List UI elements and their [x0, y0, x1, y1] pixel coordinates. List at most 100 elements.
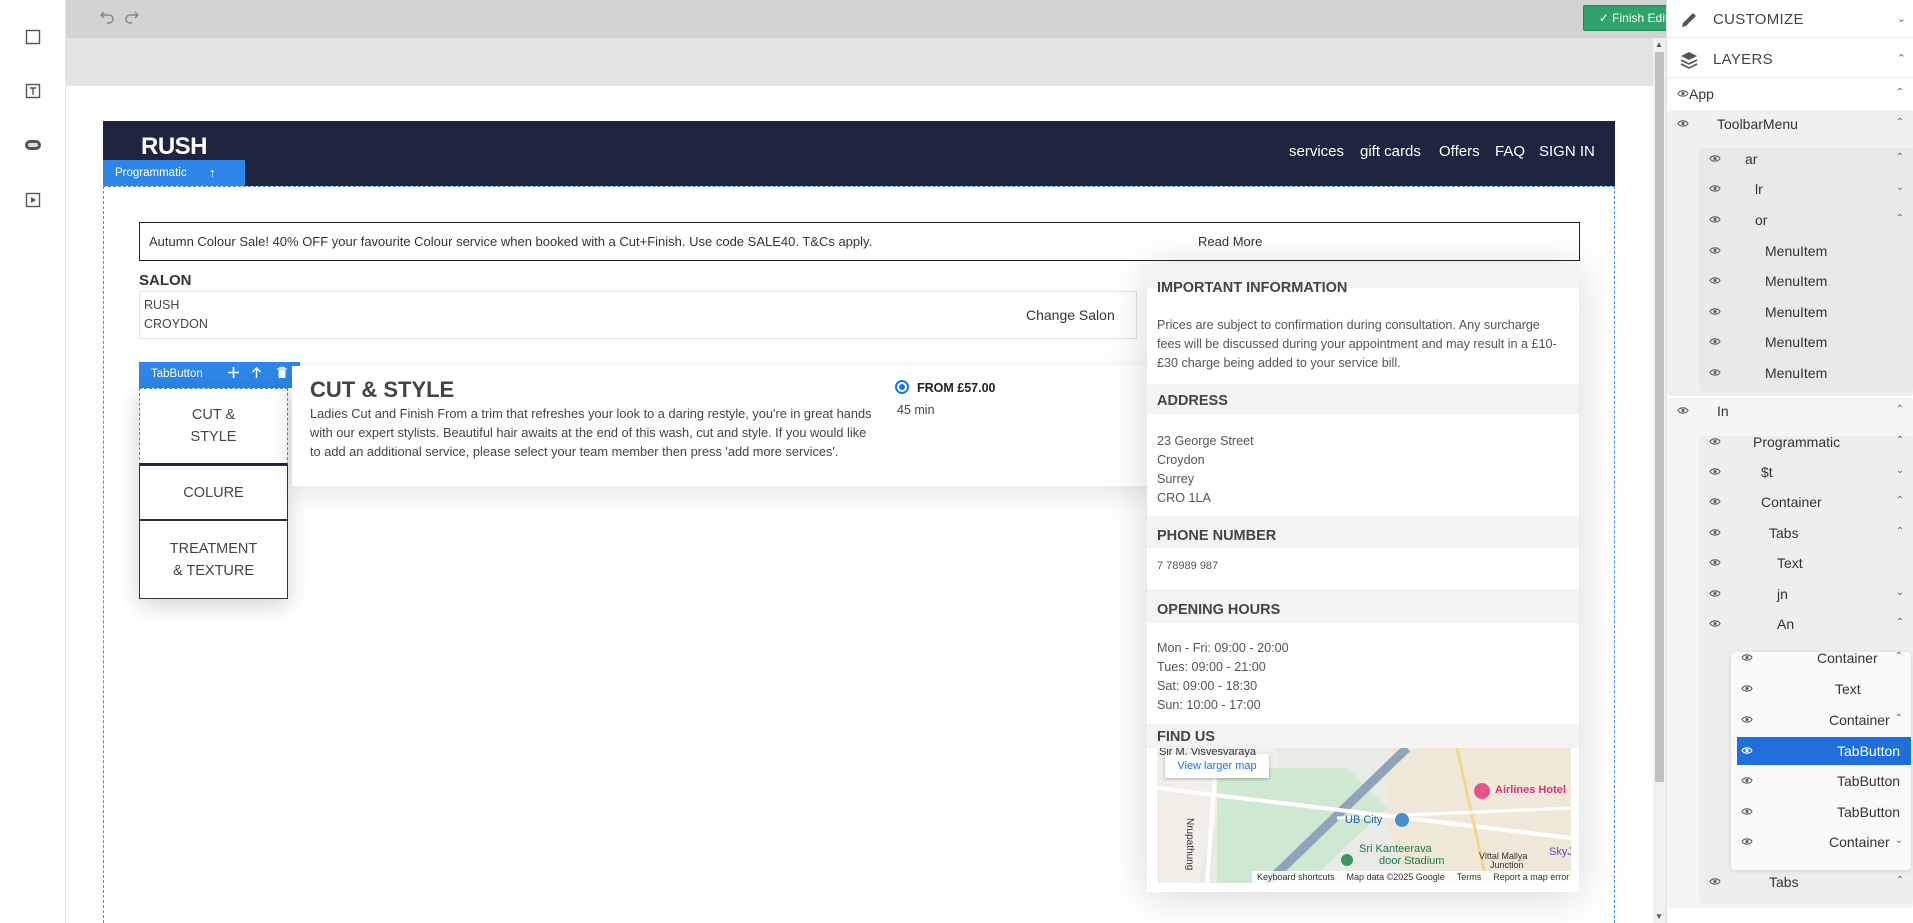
delete-icon[interactable] [276, 366, 288, 382]
layer-row[interactable]: ar ⌃ [1705, 145, 1910, 173]
map-report-error-link[interactable]: Report a map error [1493, 872, 1569, 882]
layer-row[interactable]: TabButton [1737, 737, 1911, 765]
eye-icon[interactable] [1709, 215, 1721, 224]
layer-row[interactable]: $t ⌄ [1705, 458, 1910, 486]
layer-row[interactable]: In ⌃ [1673, 397, 1910, 425]
chevron-up-icon[interactable]: ⌃ [1896, 87, 1904, 98]
nav-services[interactable]: services [1289, 143, 1344, 160]
select-parent-icon[interactable] [251, 366, 262, 382]
eye-icon[interactable] [1709, 368, 1721, 377]
eye-icon[interactable] [1741, 776, 1753, 785]
tab-cut-style[interactable]: CUT & STYLE [139, 388, 288, 465]
eye-icon[interactable] [1741, 715, 1753, 724]
video-tool-icon[interactable] [22, 189, 44, 211]
layer-row[interactable]: App ⌃ [1673, 80, 1910, 108]
map-keyboard-shortcuts[interactable]: Keyboard shortcuts [1257, 872, 1335, 882]
selection-tag-programmatic[interactable]: Programmatic ↑ [103, 160, 245, 186]
eye-icon[interactable] [1709, 307, 1721, 316]
chevron-up-icon[interactable]: ⌃ [1896, 117, 1904, 128]
layer-row[interactable]: ToolbarMenu ⌃ [1673, 110, 1910, 138]
layer-row[interactable]: MenuItem [1705, 359, 1910, 387]
eye-icon[interactable] [1709, 276, 1721, 285]
layer-row[interactable]: Container ⌄ [1737, 828, 1911, 856]
read-more-link[interactable]: Read More [1198, 234, 1262, 249]
eye-icon[interactable] [1741, 807, 1753, 816]
chevron-up-icon[interactable]: ⌃ [1896, 495, 1904, 506]
site-logo[interactable]: RUSH [141, 133, 208, 161]
container-tool-icon[interactable] [22, 26, 44, 48]
layer-row[interactable]: jn ⌄ [1705, 580, 1910, 608]
chevron-down-icon[interactable]: ⌄ [1896, 182, 1904, 193]
nav-sign-in[interactable]: SIGN IN [1539, 143, 1595, 160]
chevron-down-icon[interactable]: ⌄ [1896, 587, 1904, 598]
eye-icon[interactable] [1709, 497, 1721, 506]
layers-header[interactable]: LAYERS ⌃ [1667, 40, 1913, 78]
layer-row[interactable]: MenuItem [1705, 237, 1910, 265]
eye-icon[interactable] [1709, 184, 1721, 193]
eye-icon[interactable] [1709, 154, 1721, 163]
eye-icon[interactable] [1741, 837, 1753, 846]
add-icon[interactable] [227, 366, 240, 382]
chevron-down-icon[interactable]: ⌄ [1896, 465, 1904, 476]
eye-icon[interactable] [1709, 528, 1721, 537]
eye-icon[interactable] [1709, 467, 1721, 476]
nav-faq[interactable]: FAQ [1495, 143, 1525, 160]
eye-icon[interactable] [1709, 337, 1721, 346]
eye-icon[interactable] [1709, 437, 1721, 446]
layer-row[interactable]: Programmatic ⌃ [1705, 428, 1910, 456]
layer-row[interactable]: TabButton [1737, 767, 1911, 795]
layer-row[interactable]: MenuItem [1705, 298, 1910, 326]
scroll-down-icon[interactable]: ▼ [1655, 912, 1663, 921]
nav-offers[interactable]: Offers [1439, 143, 1480, 160]
eye-icon[interactable] [1677, 89, 1689, 98]
eye-icon[interactable] [1677, 119, 1689, 128]
chevron-up-icon[interactable]: ⌃ [1896, 526, 1904, 537]
eye-icon[interactable] [1677, 406, 1689, 415]
layer-row[interactable]: Tabs ⌃ [1705, 868, 1910, 896]
layer-row[interactable]: Container ⌃ [1705, 488, 1910, 516]
map-terms-link[interactable]: Terms [1457, 872, 1482, 882]
layer-row[interactable]: lr ⌄ [1705, 175, 1910, 203]
layer-row[interactable]: Container ⌃ [1737, 706, 1911, 734]
chevron-up-icon[interactable]: ⌃ [1895, 713, 1903, 724]
select-parent-icon[interactable]: ↑ [209, 165, 216, 180]
layer-row[interactable]: TabButton [1737, 798, 1911, 826]
change-salon-button[interactable]: Change Salon [1026, 307, 1115, 323]
eye-icon[interactable] [1741, 746, 1753, 755]
location-map[interactable]: View larger map Sir M. Visvesvaraya Airl… [1157, 748, 1571, 883]
service-radio[interactable] [895, 380, 909, 394]
layer-row[interactable]: Tabs ⌃ [1705, 519, 1910, 547]
undo-icon[interactable] [99, 8, 117, 26]
chevron-up-icon[interactable]: ⌃ [1895, 651, 1903, 662]
customize-header[interactable]: CUSTOMIZE ⌄ [1667, 0, 1913, 38]
layer-row[interactable]: Container ⌃ [1737, 644, 1911, 672]
eye-icon[interactable] [1741, 653, 1753, 662]
chevron-up-icon[interactable]: ⌃ [1896, 435, 1904, 446]
chevron-up-icon[interactable]: ⌃ [1896, 617, 1904, 628]
canvas-scrollbar-thumb[interactable] [1655, 52, 1664, 782]
eye-icon[interactable] [1709, 246, 1721, 255]
eye-icon[interactable] [1741, 684, 1753, 693]
eye-icon[interactable] [1709, 558, 1721, 567]
layer-row[interactable]: MenuItem [1705, 328, 1910, 356]
chevron-up-icon[interactable]: ⌃ [1896, 404, 1904, 415]
eye-icon[interactable] [1709, 589, 1721, 598]
redo-icon[interactable] [124, 8, 142, 26]
eye-icon[interactable] [1709, 877, 1721, 886]
chevron-down-icon[interactable]: ⌄ [1895, 835, 1903, 846]
button-tool-icon[interactable] [22, 134, 44, 156]
layer-row[interactable]: MenuItem [1705, 267, 1910, 295]
chevron-up-icon[interactable]: ⌃ [1896, 152, 1904, 163]
selection-tag-tabbutton[interactable]: TabButton [139, 362, 300, 388]
scroll-up-icon[interactable]: ▲ [1655, 40, 1663, 49]
layer-row[interactable]: or ⌃ [1705, 206, 1910, 234]
layer-row[interactable]: An ⌃ [1705, 610, 1910, 638]
chevron-up-icon[interactable]: ⌃ [1896, 213, 1904, 224]
chevron-up-icon[interactable]: ⌃ [1896, 875, 1904, 886]
eye-icon[interactable] [1709, 619, 1721, 628]
text-tool-icon[interactable] [22, 80, 44, 102]
nav-gift-cards[interactable]: gift cards [1360, 143, 1421, 160]
tab-colure[interactable]: COLURE [139, 465, 288, 520]
layer-row[interactable]: Text [1737, 675, 1911, 703]
tab-treatment-texture[interactable]: TREATMENT & TEXTURE [139, 520, 288, 599]
